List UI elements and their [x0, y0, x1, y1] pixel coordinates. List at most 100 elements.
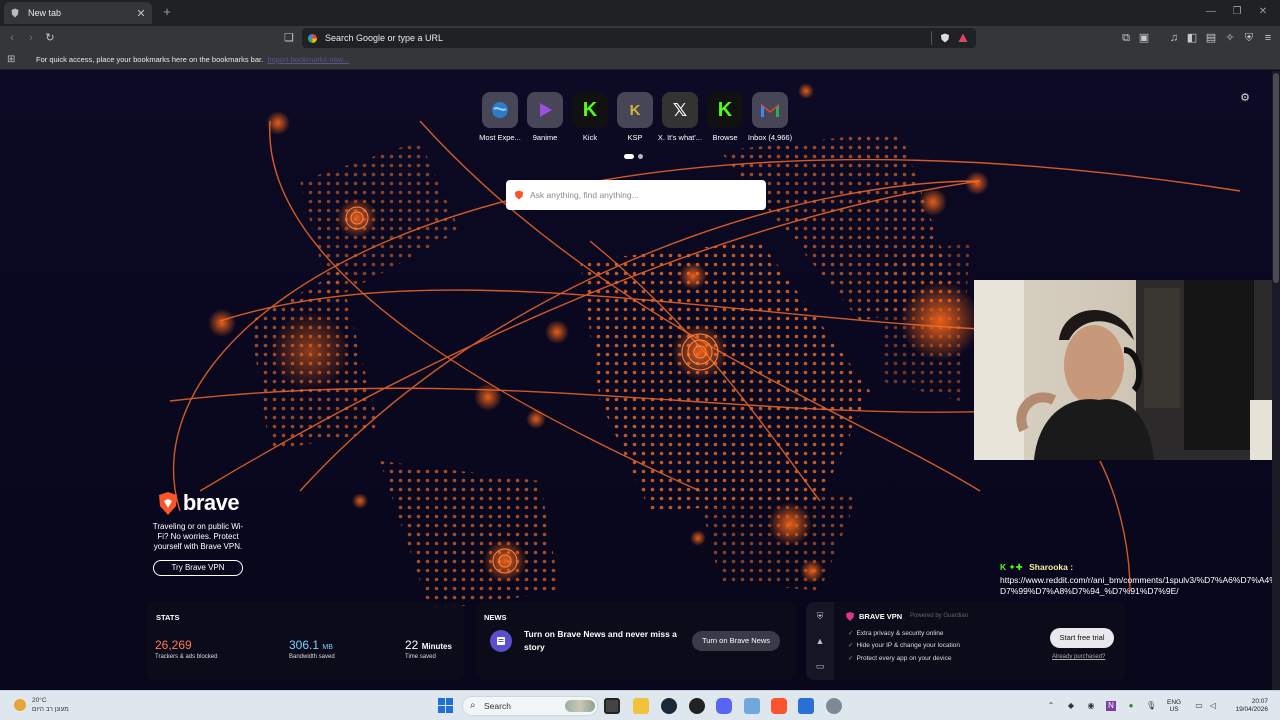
discord-icon[interactable] [716, 698, 732, 714]
time-value: 22 [405, 638, 419, 652]
vpn-shield-icon[interactable]: ⛨ [814, 610, 826, 622]
top-site-9anime[interactable]: 9anime [520, 92, 570, 142]
bookmark-icon[interactable]: ❏ [282, 31, 296, 45]
steam-icon[interactable] [661, 698, 677, 714]
import-bookmarks-link[interactable]: Import bookmarks now... [267, 55, 349, 64]
rewards-triangle-icon[interactable]: ▲ [814, 635, 826, 647]
media-icon[interactable]: ♫ [1167, 31, 1181, 45]
tab-title: New tab [28, 8, 62, 18]
apps-grid-icon[interactable]: ⊞ [7, 54, 18, 65]
vpn-icon[interactable]: ⛨ [1242, 31, 1256, 45]
obs-icon[interactable] [689, 698, 705, 714]
sidebar-icon[interactable]: ◧ [1185, 31, 1199, 45]
taskbar-search-label: Search [484, 701, 511, 711]
start-button-icon[interactable] [438, 698, 453, 713]
leo-ai-icon[interactable]: ✧ [1223, 31, 1237, 45]
taskbar-search[interactable]: ⌕ Search [462, 696, 598, 716]
network-icon[interactable]: ▭ [1194, 701, 1204, 711]
x-icon: 𝕏 [662, 92, 698, 128]
clock[interactable]: 20:07 19/04/2026 [1222, 698, 1268, 714]
settings-icon[interactable] [826, 698, 842, 714]
stream-chat-message: K ✦✚ Sharooka : https://www.reddit.com/r… [1000, 562, 1280, 597]
vpn-badge-icon [846, 612, 854, 621]
scrollbar-thumb[interactable] [1273, 73, 1279, 283]
microphone-icon[interactable]: 🎙 [1146, 701, 1156, 711]
top-site-label: Most Expe... [479, 133, 521, 142]
time-unit: Minutes [421, 642, 452, 651]
chat-message-text: https://www.reddit.com/r/ani_bm/comments… [1000, 575, 1277, 596]
task-view-icon[interactable] [604, 698, 620, 714]
input-language[interactable]: ENG US [1167, 699, 1181, 713]
top-site-inbox[interactable]: Inbox (4,966) [745, 92, 795, 142]
tray-app-icon[interactable]: ◉ [1086, 701, 1096, 711]
volume-icon[interactable]: ◁ [1208, 701, 1218, 711]
talk-icon[interactable]: ▭ [814, 660, 826, 672]
tray-overflow-icon[interactable]: ⌃ [1046, 701, 1056, 711]
close-tab-icon[interactable]: ✕ [134, 7, 148, 20]
stats-title: STATS [156, 613, 180, 622]
ksp-icon: K [617, 92, 653, 128]
back-icon[interactable]: ‹ [5, 31, 19, 45]
tab-new-tab[interactable]: New tab ✕ [4, 2, 152, 24]
weather-icon [14, 699, 26, 711]
trackers-blocked-value: 26,269 [155, 638, 192, 652]
address-bar-placeholder: Search Google or type a URL [325, 33, 444, 43]
turn-on-brave-news-button[interactable]: Turn on Brave News [692, 631, 780, 651]
tray-app-icon[interactable]: ◆ [1066, 701, 1076, 711]
pen-app-icon[interactable] [798, 698, 814, 714]
reload-icon[interactable]: ↻ [43, 31, 57, 45]
wallet-icon[interactable]: ▤ [1204, 31, 1218, 45]
brave-icon [11, 8, 19, 18]
weather-desc: מעונן רב היום [32, 706, 69, 713]
already-purchased-link[interactable]: Already purchased? [1052, 654, 1105, 660]
globe-icon [482, 92, 518, 128]
address-bar[interactable]: Search Google or type a URL [302, 28, 976, 48]
top-site-most-expe[interactable]: Most Expe... [475, 92, 525, 142]
brave-rewards-icon[interactable] [958, 33, 968, 43]
top-sites-page-dot-active[interactable] [624, 154, 634, 159]
vpn-feature-text: Extra privacy & security online [856, 630, 944, 637]
brave-lion-icon [158, 491, 177, 515]
brave-lion-icon [515, 190, 523, 200]
top-sites-page-dot[interactable] [638, 154, 643, 159]
screenshot-icon[interactable]: ▣ [1137, 31, 1151, 45]
google-icon [308, 33, 317, 43]
tray-app-icon[interactable]: ● [1126, 701, 1136, 711]
close-window-icon[interactable]: ✕ [1256, 5, 1270, 19]
try-brave-vpn-button[interactable]: Try Brave VPN [153, 560, 243, 576]
tab-strip: New tab ✕ + — ❐ ✕ [0, 0, 1280, 26]
start-free-trial-button[interactable]: Start free trial [1050, 628, 1114, 648]
onenote-icon[interactable]: N [1106, 701, 1116, 711]
minimize-icon[interactable]: — [1204, 5, 1218, 19]
extensions-icon[interactable]: ⧉ [1119, 31, 1133, 45]
new-tab-button[interactable]: + [160, 5, 174, 19]
time-saved-value: 22 Minutes [405, 638, 452, 652]
vpn-powered-by: Powered by Guardian [910, 613, 969, 619]
search-placeholder: Ask anything, find anything... [530, 190, 639, 200]
vpn-feature: ✓ Extra privacy & security online [848, 629, 944, 637]
top-site-ksp[interactable]: K KSP [610, 92, 660, 142]
vpn-feature: ✓ Hide your IP & change your location [848, 641, 960, 649]
search-input[interactable]: Ask anything, find anything... [506, 180, 766, 210]
news-title: NEWS [484, 613, 507, 622]
vpn-feature: ✓ Protect every app on your device [848, 654, 951, 662]
brave-taskbar-icon[interactable] [771, 698, 787, 714]
top-site-x[interactable]: 𝕏 X. It's what'... [655, 92, 705, 142]
menu-icon[interactable]: ≡ [1261, 31, 1275, 45]
check-icon: ✓ [848, 655, 854, 662]
top-site-label: 9anime [532, 133, 558, 142]
maximize-icon[interactable]: ❐ [1230, 5, 1244, 19]
widget-switcher: ⛨ ▲ ▭ [806, 602, 834, 680]
customize-gear-icon[interactable]: ⚙ [1239, 92, 1251, 104]
address-bar-divider [931, 31, 932, 45]
brave-shields-icon[interactable] [940, 33, 950, 43]
app-icon[interactable] [744, 698, 760, 714]
file-explorer-icon[interactable] [633, 698, 649, 714]
forward-icon[interactable]: › [24, 31, 38, 45]
top-site-browse[interactable]: K Browse [700, 92, 750, 142]
lang-region: US [1169, 706, 1179, 713]
top-site-kick[interactable]: K Kick [565, 92, 615, 142]
trackers-value: 26,269 [155, 638, 192, 652]
page-scrollbar[interactable] [1272, 71, 1280, 690]
browser-toolbar: ‹ › ↻ ❏ Search Google or type a URL ⧉ ▣ … [0, 26, 1280, 50]
